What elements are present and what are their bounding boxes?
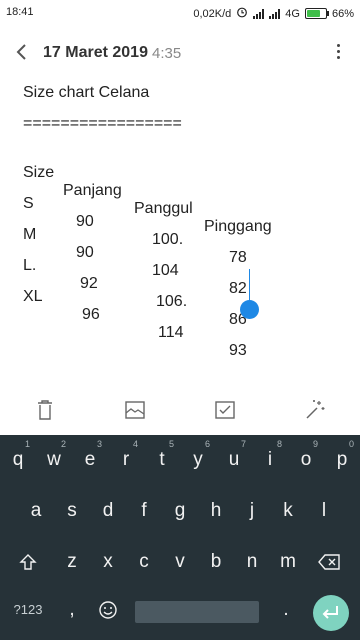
key-k[interactable]: k	[270, 494, 306, 528]
signal-icon-2	[269, 8, 281, 19]
note-date: 17 Maret 2019	[43, 44, 148, 61]
key-h[interactable]: h	[198, 494, 234, 528]
row-panggul: 104	[152, 262, 179, 279]
status-bar: 18:41 0,02K/d 4G 66%	[0, 0, 360, 24]
network-type: 4G	[285, 7, 300, 20]
row-panjang: 90	[76, 244, 94, 261]
battery-percent: 66%	[331, 7, 354, 20]
symbols-key[interactable]: ?123	[8, 593, 48, 627]
backspace-icon[interactable]	[312, 545, 348, 579]
table-row: XL 96 114 93	[23, 270, 247, 378]
note-toolbar	[0, 392, 360, 430]
key-p[interactable]: p0	[324, 439, 360, 477]
network-speed: 0,02K/d	[193, 7, 232, 20]
key-d[interactable]: d	[90, 494, 126, 528]
col-panggul: Panggul	[134, 200, 193, 217]
key-x[interactable]: x	[90, 545, 126, 579]
key-j[interactable]: j	[234, 494, 270, 528]
row-panggul: 114	[158, 324, 184, 341]
back-arrow-icon[interactable]	[10, 40, 34, 64]
key-a[interactable]: a	[18, 494, 54, 528]
key-i[interactable]: i8	[252, 439, 288, 477]
row-panjang: 90	[76, 213, 94, 230]
col-panjang: Panjang	[63, 182, 122, 199]
key-s[interactable]: s	[54, 494, 90, 528]
key-q[interactable]: q1	[0, 439, 36, 477]
checklist-icon[interactable]	[213, 398, 237, 422]
key-v[interactable]: v	[162, 545, 198, 579]
status-time: 18:41	[6, 6, 34, 18]
row-pinggang: 93	[229, 342, 247, 359]
text-cursor	[249, 269, 250, 302]
key-r[interactable]: r4	[108, 439, 144, 477]
enter-key[interactable]	[313, 595, 349, 631]
note-title: Size chart Celana	[23, 84, 150, 101]
note-separator: =================	[23, 115, 182, 132]
key-m[interactable]: m	[270, 545, 306, 579]
signal-icon	[253, 8, 265, 19]
key-z[interactable]: z	[54, 545, 90, 579]
col-pinggang: Pinggang	[204, 218, 272, 235]
row-size: XL	[23, 288, 43, 305]
key-period[interactable]: .	[268, 593, 304, 627]
delete-icon[interactable]	[33, 398, 57, 422]
key-t[interactable]: t5	[144, 439, 180, 477]
row-panggul: 100.	[152, 231, 184, 248]
space-key[interactable]	[135, 601, 259, 623]
key-g[interactable]: g	[162, 494, 198, 528]
shift-icon[interactable]	[10, 545, 46, 579]
row-panjang: 92	[80, 275, 98, 292]
note-time: 4:35	[152, 45, 182, 62]
key-n[interactable]: n	[234, 545, 270, 579]
magic-icon[interactable]	[303, 398, 327, 422]
row-pinggang: 82	[229, 280, 247, 297]
key-l[interactable]: l	[306, 494, 342, 528]
key-comma[interactable]: ,	[54, 593, 90, 627]
alarm-icon	[236, 6, 248, 21]
key-f[interactable]: f	[126, 494, 162, 528]
image-icon[interactable]	[123, 398, 147, 422]
key-o[interactable]: o9	[288, 439, 324, 477]
key-c[interactable]: c	[126, 545, 162, 579]
key-e[interactable]: e3	[72, 439, 108, 477]
row-panggul: 106.	[156, 293, 188, 310]
more-options-icon[interactable]	[336, 44, 342, 62]
row-panjang: 96	[82, 306, 100, 323]
key-u[interactable]: u7	[216, 439, 252, 477]
cursor-handle[interactable]	[240, 300, 259, 319]
key-b[interactable]: b	[198, 545, 234, 579]
key-w[interactable]: w2	[36, 439, 72, 477]
emoji-icon[interactable]	[90, 593, 126, 627]
note-header: 17 Maret 2019 4:35	[0, 34, 360, 74]
soft-keyboard: q1 w2 e3 r4 t5 y6 u7 i8 o9 p0 a s d f g …	[0, 435, 360, 640]
key-y[interactable]: y6	[180, 439, 216, 477]
row-pinggang: 78	[229, 249, 247, 266]
battery-icon	[304, 8, 329, 19]
status-icons: 0,02K/d 4G 66%	[193, 6, 354, 21]
